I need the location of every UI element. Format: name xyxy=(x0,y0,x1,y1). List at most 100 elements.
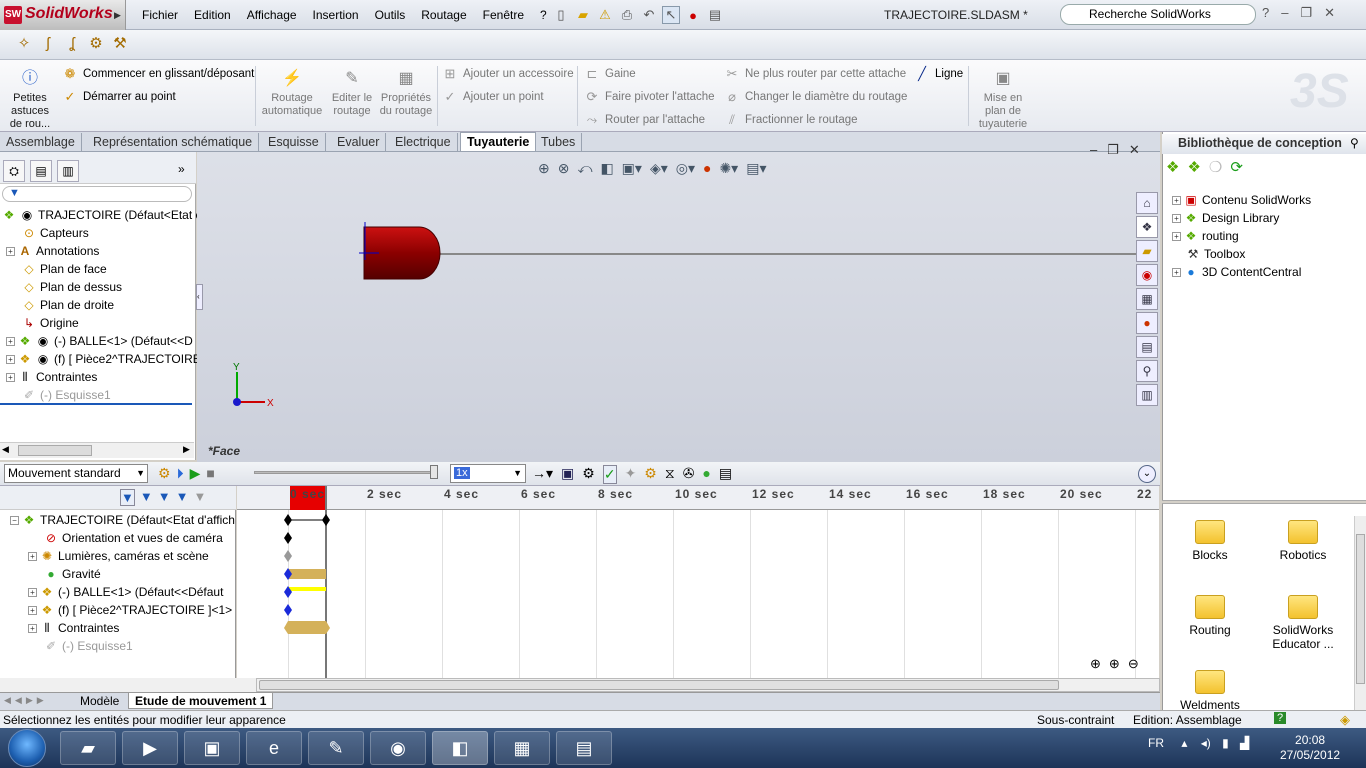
demarrer-button[interactable]: ✓ Démarrer au point xyxy=(62,89,176,105)
folder-blocks[interactable]: Blocks xyxy=(1165,520,1255,562)
gravity-icon[interactable]: ● xyxy=(702,465,710,484)
menu-insertion[interactable]: Insertion xyxy=(305,8,367,24)
tab-tubes[interactable]: Tubes xyxy=(535,133,583,152)
ligne-button[interactable]: ╱ Ligne xyxy=(914,66,963,82)
expand-icon[interactable]: + xyxy=(28,623,37,633)
motion-item-lumieres[interactable]: + ✺ Lumières, caméras et scène xyxy=(28,547,209,565)
tab-etude-mouvement[interactable]: Etude de mouvement 1 xyxy=(128,693,274,709)
collapse-icon[interactable]: − xyxy=(10,515,19,525)
collapse-motion-icon[interactable]: ⌄ xyxy=(1138,465,1156,483)
paint-icon[interactable]: ✎ xyxy=(308,731,364,765)
open-folder-icon[interactable]: ▰ xyxy=(574,6,592,24)
library-item-design-library[interactable]: + ❖ Design Library xyxy=(1172,209,1279,227)
expand-icon[interactable]: + xyxy=(6,246,15,256)
restore-icon[interactable]: ❐ xyxy=(1300,5,1312,21)
zoom-in-icon[interactable]: ⊕ xyxy=(1109,656,1120,672)
proprietes-button[interactable]: ▦ Propriétés du routage xyxy=(378,71,434,118)
tree-filter-input[interactable]: ▼ xyxy=(2,186,192,202)
tab-esquisse[interactable]: Esquisse xyxy=(262,133,326,152)
scroll-thumb[interactable] xyxy=(1356,534,1365,684)
solidworks-logo[interactable]: SW SolidWorks ▶ xyxy=(0,0,126,30)
autokey-icon[interactable]: ✓ xyxy=(602,465,617,484)
zoom-fit-icon[interactable]: ⊕ xyxy=(1090,656,1101,672)
expand-icon[interactable]: + xyxy=(1172,195,1181,205)
help-icon[interactable]: ? xyxy=(1262,5,1269,21)
new-document-icon[interactable]: ▯ xyxy=(552,6,570,24)
property-tab-icon[interactable]: ▤ xyxy=(30,160,52,182)
scroll-thumb[interactable] xyxy=(259,680,1059,690)
battery-icon[interactable]: ▮ xyxy=(1222,736,1229,750)
search-input[interactable]: Recherche SolidWorks xyxy=(1060,4,1256,25)
custom-properties-icon[interactable]: ▤ xyxy=(1136,336,1158,358)
keyframes[interactable] xyxy=(280,510,340,645)
mise-en-plan-button[interactable]: ▣ Mise en plan de tuyauterie xyxy=(974,71,1032,131)
motion-item-gravite[interactable]: ● Gravité xyxy=(44,565,100,583)
tree-item-capteurs[interactable]: ⊙ Capteurs xyxy=(22,224,89,242)
feature-tree-tab-icon[interactable]: ⛭ xyxy=(3,160,25,182)
config-tab-icon[interactable]: ▥ xyxy=(57,160,79,182)
playback-slider-thumb[interactable] xyxy=(430,465,438,479)
rollback-bar[interactable] xyxy=(0,403,192,405)
tree-item-contraintes[interactable]: + ⫴ Contraintes xyxy=(6,368,97,386)
help-icon[interactable]: ? xyxy=(1274,712,1287,724)
close-icon[interactable]: ✕ xyxy=(1324,5,1335,21)
folder-robotics[interactable]: Robotics xyxy=(1258,520,1348,562)
expand-icon[interactable]: + xyxy=(28,551,37,561)
library-vscroll[interactable] xyxy=(1354,516,1366,710)
expand-icon[interactable]: + xyxy=(1172,267,1181,277)
folder-routing[interactable]: Routing xyxy=(1165,595,1255,637)
fractionner-button[interactable]: ⫽ Fractionner le routage xyxy=(724,112,857,128)
ajouter-point-button[interactable]: ✓ Ajouter un point xyxy=(442,89,544,105)
control-panel-icon[interactable]: ▣ xyxy=(184,731,240,765)
expand-icon[interactable]: + xyxy=(6,336,15,346)
menu-outils[interactable]: Outils xyxy=(367,8,414,24)
tab-assemblage[interactable]: Assemblage xyxy=(0,133,82,152)
tab-electrique[interactable]: Electrique xyxy=(389,133,458,152)
scroll-right-icon[interactable]: ▶ xyxy=(183,444,190,455)
explorer-icon[interactable]: ▰ xyxy=(60,731,116,765)
timeline-area[interactable] xyxy=(237,486,1159,678)
select-cursor-icon[interactable]: ↖ xyxy=(662,6,680,24)
zoom-out-icon[interactable]: ⊖ xyxy=(1128,656,1139,672)
tab-modele[interactable]: Modèle xyxy=(74,693,125,709)
ne-plus-router-button[interactable]: ✂ Ne plus router par cette attache xyxy=(724,66,907,82)
gaine-button[interactable]: ⊏ Gaine xyxy=(584,66,636,82)
folder-weldments[interactable]: Weldments xyxy=(1165,670,1255,710)
motor-icon[interactable]: ⚙ xyxy=(644,465,657,484)
playback-mode-icon[interactable]: →▾ xyxy=(532,465,553,484)
calculate-icon[interactable]: ⚙ xyxy=(158,465,171,482)
minimize-icon[interactable]: – xyxy=(1281,5,1288,21)
pin-icon[interactable]: ⚲ xyxy=(1350,136,1359,150)
library-item-contenu[interactable]: + ▣ Contenu SolidWorks xyxy=(1172,191,1311,209)
undo-icon[interactable]: ↶ xyxy=(640,6,658,24)
create-folder-icon[interactable]: ❍ xyxy=(1209,158,1222,176)
routage-auto-button[interactable]: ⚡ Routage automatique xyxy=(260,71,324,118)
folder-solidworks-educator[interactable]: SolidWorks Educator ... xyxy=(1258,595,1348,651)
chevron-right-icon[interactable]: ▶ xyxy=(114,10,121,21)
playback-slider[interactable] xyxy=(254,471,434,474)
tag-icon[interactable]: ◈ xyxy=(1340,712,1350,728)
autosort-icon[interactable]: ▼ xyxy=(194,489,207,506)
add-key-icon[interactable]: ✦ xyxy=(625,465,637,484)
tree-item-balle[interactable]: + ❖ ◉ (-) BALLE<1> (Défaut<<D xyxy=(6,332,193,350)
save-animation-icon[interactable]: ▣ xyxy=(561,465,574,484)
tree-item-origine[interactable]: ↳ Origine xyxy=(22,314,79,332)
menu-routage[interactable]: Routage xyxy=(413,8,474,24)
solidworks-taskbar-icon[interactable]: ◧ xyxy=(432,731,488,765)
route-tool-icon[interactable]: ⚒ xyxy=(110,34,130,54)
route-props-icon[interactable]: ⚙ xyxy=(86,34,106,54)
add-to-library-icon[interactable]: ❖ xyxy=(1166,158,1179,176)
results-icon[interactable]: ▤ xyxy=(719,465,732,484)
design-library-tab-icon[interactable]: ❖ xyxy=(1136,216,1158,238)
model-canvas[interactable]: X Y xyxy=(197,152,1160,462)
route-line-icon[interactable]: ʃ xyxy=(38,34,58,54)
menu-edition[interactable]: Edition xyxy=(186,8,239,24)
motion-item-contraintes[interactable]: + ⫴ Contraintes xyxy=(28,619,119,637)
filter-driving-icon[interactable]: ▼ xyxy=(140,489,153,506)
tree-item-trajectoire[interactable]: ❖ ◉ TRAJECTOIRE (Défaut<Etat c xyxy=(2,206,202,224)
library-item-toolbox[interactable]: ⚒ Toolbox xyxy=(1186,245,1246,263)
expand-icon[interactable]: + xyxy=(6,354,15,364)
editer-routage-button[interactable]: ✎ Editer le routage xyxy=(326,71,378,118)
expand-icon[interactable]: + xyxy=(6,372,15,382)
animation-wizard-icon[interactable]: ⚙ xyxy=(582,465,595,484)
